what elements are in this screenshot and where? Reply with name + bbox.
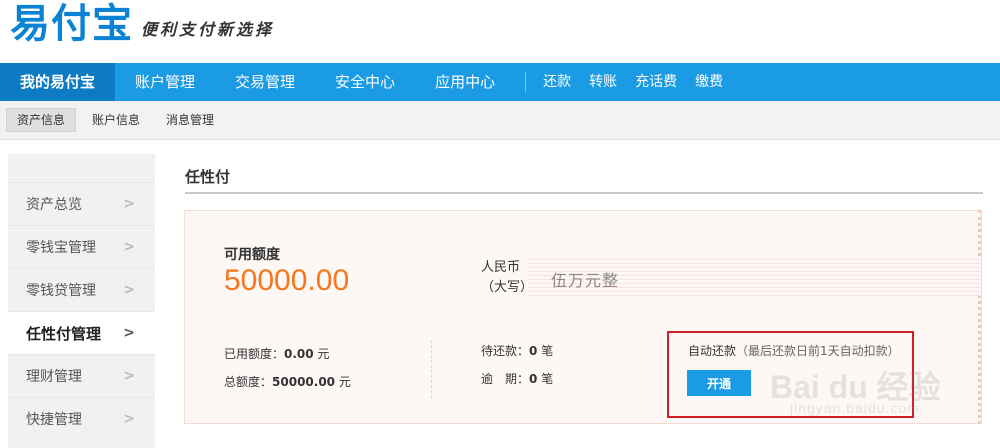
count-unit: 笔	[541, 344, 554, 358]
sidebar-item-label: 快捷管理	[26, 412, 82, 428]
subnav-account-info[interactable]: 账户信息	[82, 109, 150, 131]
quick-link-repay[interactable]: 还款	[534, 63, 580, 101]
nav-my-account[interactable]: 我的易付宝	[0, 63, 116, 101]
stats-divider	[431, 340, 432, 398]
chevron-right-icon: >	[123, 325, 135, 341]
main-nav: 我的易付宝 账户管理 交易管理 安全中心 应用中心 还款 转账 充话费 缴费	[0, 63, 1000, 101]
quick-link-phone-recharge[interactable]: 充话费	[626, 63, 686, 101]
chevron-right-icon: >	[123, 368, 135, 384]
sidebar-item-asset-overview[interactable]: 资产总览 >	[8, 182, 155, 225]
sidebar-item-quick-pay[interactable]: 快捷管理 >	[8, 397, 155, 440]
nav-security-center[interactable]: 安全中心	[315, 63, 415, 101]
chevron-right-icon: >	[123, 196, 135, 212]
nav-account-management[interactable]: 账户管理	[115, 63, 215, 101]
rmb-label-line1: 人民币	[481, 260, 521, 275]
watermark-url: jingyan.baidu.com	[790, 400, 920, 416]
enable-auto-repay-button[interactable]: 开通	[687, 370, 751, 396]
total-credit-label: 总额度：	[224, 375, 273, 389]
available-credit-label: 可用额度	[224, 247, 280, 263]
rmb-uppercase-value: 伍万元整	[551, 271, 620, 290]
sidebar-item-label: 零钱宝管理	[26, 240, 96, 256]
sidebar-item-renxingfu[interactable]: 任性付管理 >	[8, 311, 155, 354]
subnav-message-management[interactable]: 消息管理	[156, 109, 224, 131]
used-credit: 已用额度：0.00 元	[224, 345, 329, 362]
site-logo[interactable]: 易付宝 便利支付新选择	[10, 4, 274, 44]
card-edge-decoration	[978, 210, 981, 424]
page-title: 任性付	[185, 168, 231, 186]
title-divider	[185, 192, 983, 194]
overdue-label: 逾 期：	[481, 372, 530, 386]
total-credit: 总额度：50000.00 元	[224, 373, 351, 390]
used-credit-label: 已用额度：	[224, 347, 285, 361]
pending-repayment-label: 待还款：	[481, 344, 530, 358]
chevron-right-icon: >	[123, 282, 135, 298]
sidebar-item-label: 理财管理	[26, 369, 82, 385]
pending-repayment-value: 0	[529, 344, 538, 358]
currency-unit: 元	[338, 375, 351, 389]
logo-text: 易付宝	[10, 1, 133, 47]
nav-divider	[525, 72, 527, 92]
total-credit-value: 50000.00	[272, 375, 336, 389]
nav-transaction-management[interactable]: 交易管理	[215, 63, 315, 101]
auto-repay: 自动还款（最后还款日前1天自动扣款）	[688, 342, 900, 359]
sidebar-item-label: 任性付管理	[26, 324, 102, 343]
pending-repayment: 待还款：0 笔	[481, 342, 553, 359]
rmb-uppercase-label: 人民币 （大写）	[481, 258, 533, 298]
count-unit: 笔	[541, 372, 554, 386]
chevron-right-icon: >	[123, 239, 135, 255]
currency-unit: 元	[317, 347, 330, 361]
sidebar: 资产总览 > 零钱宝管理 > 零钱贷管理 > 任性付管理 > 理财管理 > 快捷…	[8, 154, 155, 448]
chevron-right-icon: >	[123, 411, 135, 427]
rmb-label-line2: （大写）	[481, 280, 534, 295]
sidebar-item-label: 零钱贷管理	[26, 283, 96, 299]
nav-app-center[interactable]: 应用中心	[415, 63, 515, 101]
overdue-value: 0	[529, 372, 538, 386]
auto-repay-hint: （最后还款日前1天自动扣款）	[736, 344, 900, 358]
available-credit-value: 50000.00	[224, 264, 350, 297]
quick-link-transfer[interactable]: 转账	[580, 63, 626, 101]
sidebar-item-label: 资产总览	[26, 197, 82, 213]
sidebar-item-wealth-management[interactable]: 理财管理 >	[8, 354, 155, 397]
used-credit-value: 0.00	[284, 347, 314, 361]
sub-nav: 资产信息 账户信息 消息管理	[0, 101, 1000, 140]
subnav-asset-info[interactable]: 资产信息	[6, 108, 77, 132]
logo-slogan: 便利支付新选择	[141, 20, 275, 39]
auto-repay-label: 自动还款	[688, 344, 737, 358]
sidebar-item-lingqiandai[interactable]: 零钱贷管理 >	[8, 268, 155, 311]
sidebar-item-lingqianbao[interactable]: 零钱宝管理 >	[8, 225, 155, 268]
quick-link-bill-pay[interactable]: 缴费	[686, 63, 732, 101]
overdue-count: 逾 期：0 笔	[481, 370, 553, 387]
